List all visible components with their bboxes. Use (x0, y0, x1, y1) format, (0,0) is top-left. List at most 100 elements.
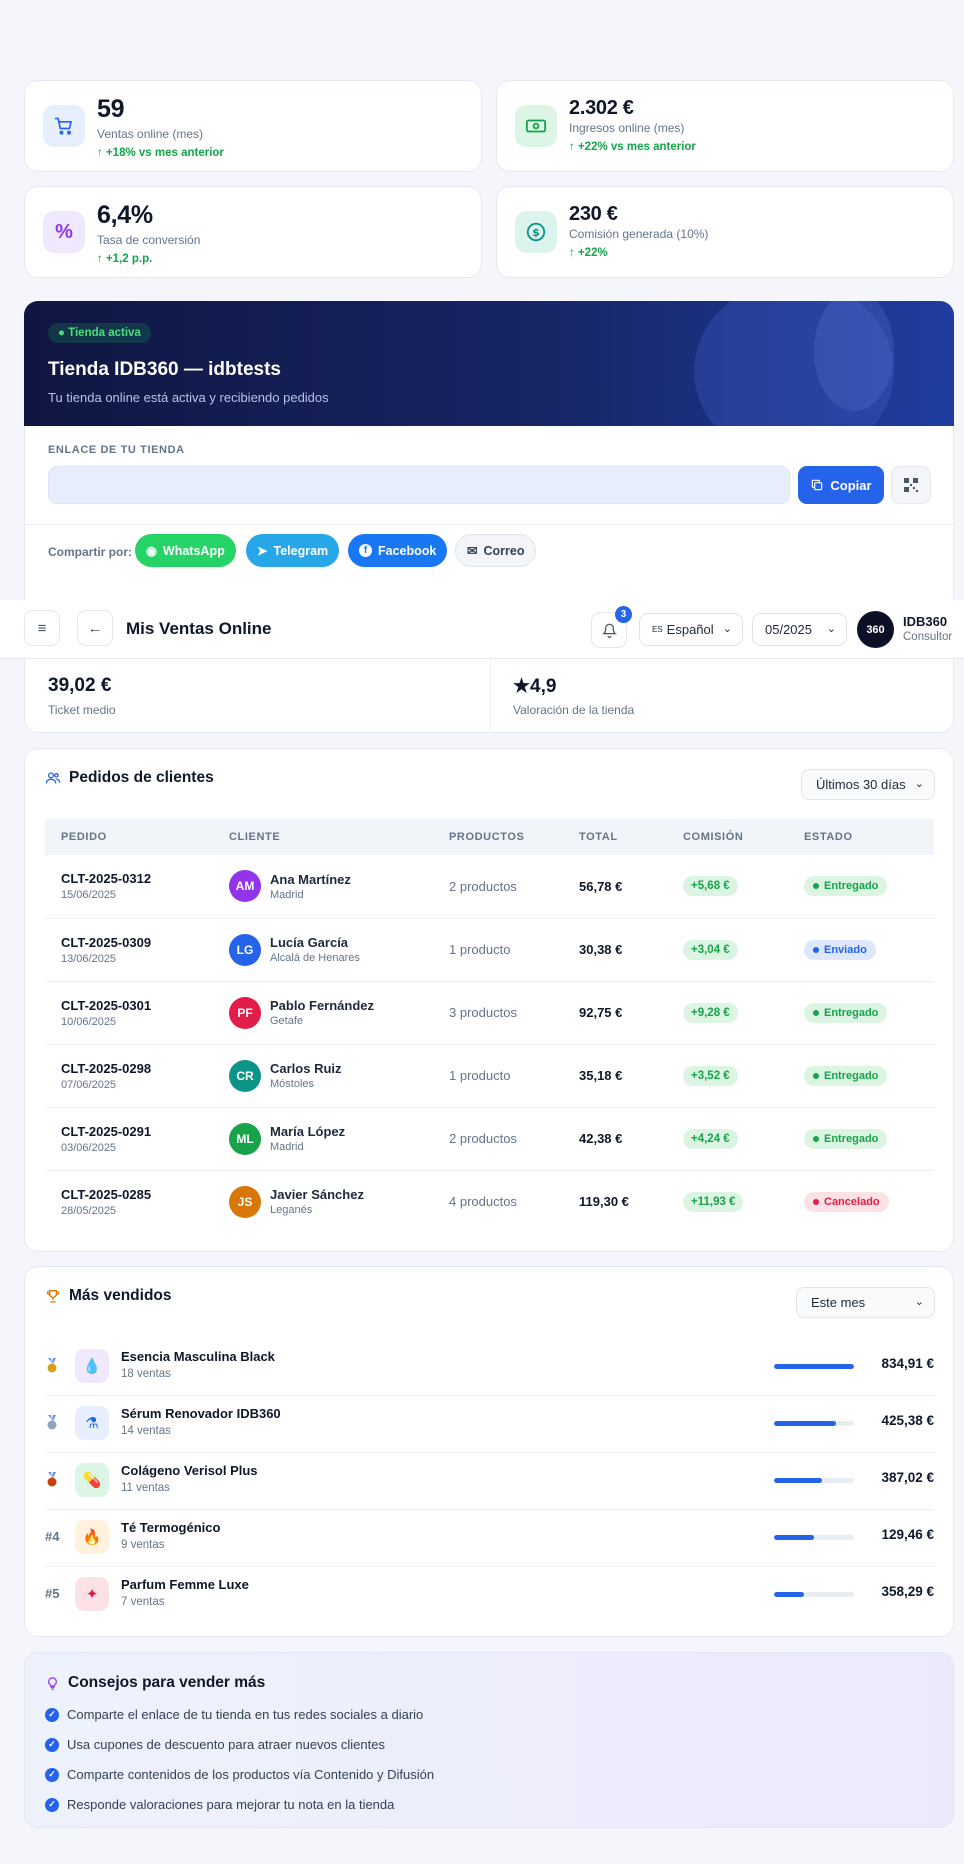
arrow-up-icon: ↑ (97, 253, 106, 265)
order-total: 56,78 € (563, 855, 667, 919)
store-metrics-panel: 39,02 € Ticket medio ★4,9 Valoración de … (24, 659, 954, 733)
copy-link-button[interactable]: Copiar (798, 466, 884, 504)
capsule-icon: 💊 (75, 1463, 109, 1497)
status-cell: Entregado (788, 1107, 934, 1171)
share-email-button[interactable]: ✉ Correo (455, 534, 537, 567)
bell-icon (601, 623, 617, 638)
table-row[interactable]: CLT-2025-0291 03/06/2025 ML María López … (45, 1107, 934, 1171)
order-total: 92,75 € (563, 981, 667, 1045)
client-city: Getafe (270, 1015, 304, 1027)
table-row[interactable]: CLT-2025-0309 13/06/2025 LG Lucía García… (45, 918, 934, 982)
copy-icon (812, 479, 823, 491)
client-cell: LG Lucía García Alcalá de Henares (213, 918, 433, 982)
order-date: 28/05/2025 (61, 1204, 117, 1217)
back-button[interactable]: ← (77, 610, 113, 646)
chevron-down-icon: ⌄ (722, 623, 732, 635)
status-badge: Entregado (804, 1002, 888, 1023)
tip-text: Responde valoraciones para mejorar tu no… (67, 1797, 395, 1812)
star-icon: ★ (513, 676, 531, 697)
orders-period-select[interactable]: Últimos 30 días ⌄ (801, 769, 935, 800)
drop-icon: 💧 (75, 1349, 109, 1383)
product-sales: 11 ventas (121, 1482, 171, 1494)
bestsellers-period-select[interactable]: Este mes ⌄ (796, 1287, 935, 1318)
tip-item: ✓ Comparte el enlace de tu tienda en tus … (45, 1707, 423, 1722)
orders-card: Pedidos de clientes Últimos 30 días ⌄ PE… (24, 748, 954, 1252)
order-date: 07/06/2025 (61, 1078, 117, 1091)
order-cell: CLT-2025-0309 13/06/2025 (45, 918, 213, 982)
sales-bar (774, 1592, 854, 1597)
menu-button[interactable]: ≡ (24, 610, 60, 646)
sales-bar-fill (774, 1364, 854, 1369)
stat-label: Ingresos online (mes) (569, 121, 685, 135)
client-cell: JS Javier Sánchez Leganés (213, 1170, 433, 1233)
table-row[interactable]: CLT-2025-0312 15/06/2025 AM Ana Martínez… (45, 855, 934, 919)
client-cell: ML María López Madrid (213, 1107, 433, 1171)
order-id: CLT-2025-0309 (61, 934, 152, 950)
share-facebook-button[interactable]: f Facebook (348, 534, 448, 567)
stat-card-online-revenue: 2.302 € Ingresos online (mes) ↑ +22% vs … (496, 80, 954, 172)
commission-badge: +5,68 € (683, 876, 738, 897)
product-sales: 7 ventas (121, 1596, 165, 1608)
table-row[interactable]: CLT-2025-0301 10/06/2025 PF Pablo Fernán… (45, 981, 934, 1045)
client-cell: PF Pablo Fernández Getafe (213, 981, 433, 1045)
list-item[interactable]: #4 🔥 Té Termogénico 9 ventas 129,46 € (45, 1510, 934, 1567)
notification-count-badge: 3 (615, 606, 632, 623)
table-row[interactable]: CLT-2025-0298 07/06/2025 CR Carlos Ruiz … (45, 1044, 934, 1108)
list-item[interactable]: #5 ✦ Parfum Femme Luxe 7 ventas 358,29 € (45, 1567, 934, 1624)
client-city: Móstoles (270, 1078, 315, 1090)
notifications-button[interactable]: 3 (591, 606, 632, 648)
commission-badge: +11,93 € (683, 1191, 744, 1212)
language-select[interactable]: ES Español ⌄ (639, 613, 743, 646)
stat-value: 59 (97, 95, 125, 123)
tip-text: Comparte el enlace de tu tienda en tus r… (67, 1707, 424, 1722)
stat-label: Tasa de conversión (97, 233, 201, 247)
table-row[interactable]: CLT-2025-0285 28/05/2025 JS Javier Sánch… (45, 1170, 934, 1233)
share-whatsapp-button[interactable]: ◉ WhatsApp (135, 534, 236, 567)
commission-cell: +5,68 € (667, 855, 788, 919)
commission-cell: +3,52 € (667, 1044, 788, 1108)
qr-code-button[interactable] (891, 466, 931, 504)
column-header: ESTADO (788, 819, 934, 855)
avatar: PF (229, 996, 261, 1029)
client-name: Pablo Fernández (270, 998, 375, 1013)
products-count: 3 productos (433, 981, 563, 1045)
order-total: 30,38 € (563, 918, 667, 982)
product-revenue: 358,29 € (881, 1584, 934, 1599)
store-rating-value: ★4,9 (513, 676, 557, 697)
divider (490, 659, 491, 732)
list-item[interactable]: 💧 Esencia Masculina Black 18 ventas 834,… (45, 1339, 934, 1396)
avatar: JS (229, 1185, 261, 1218)
products-count: 4 productos (449, 1194, 517, 1210)
store-status-badge: ● Tienda activa (48, 323, 151, 343)
share-telegram-button[interactable]: ➤ Telegram (246, 534, 340, 567)
commission-cell: +3,04 € (667, 918, 788, 982)
flame-icon: 🔥 (75, 1520, 109, 1554)
stat-card-online-sales: 59 Ventas online (mes) ↑ +18% vs mes ant… (24, 80, 482, 172)
products-count: 2 productos (433, 1107, 563, 1171)
list-item[interactable]: 💊 Colágeno Verisol Plus 11 ventas 387,02… (45, 1453, 934, 1510)
check-circle-icon: ✓ (45, 1707, 59, 1722)
top-bar: ≡ ← Mis Ventas Online 3 ES Español ⌄ 05/… (0, 600, 964, 659)
status-dot-icon (813, 883, 819, 890)
divider (25, 524, 953, 525)
list-item[interactable]: ⚗ Sérum Renovador IDB360 14 ventas 425,3… (45, 1396, 934, 1453)
store-link-input[interactable] (48, 466, 790, 504)
chevron-down-icon: ⌄ (914, 778, 924, 790)
sales-bar-fill (774, 1535, 814, 1540)
page-title: Mis Ventas Online (126, 619, 272, 638)
user-avatar[interactable]: 360 (857, 611, 894, 648)
tips-panel: Consejos para vender más ✓ Comparte el en… (24, 1652, 954, 1828)
period-select[interactable]: 05/2025 ⌄ (752, 613, 847, 646)
products-count: 2 productos (433, 855, 563, 919)
status-cell: Entregado (788, 855, 934, 919)
avatar: AM (229, 870, 261, 903)
stat-value: 2.302 € (569, 97, 634, 119)
avatar: ML (229, 1122, 261, 1155)
orders-title: Pedidos de clientes (45, 769, 214, 787)
order-id: CLT-2025-0285 (61, 1186, 152, 1202)
avatar: LG (229, 933, 261, 966)
product-name: Té Termogénico (121, 1520, 221, 1535)
order-cell: CLT-2025-0285 28/05/2025 (45, 1170, 213, 1233)
products-count: 1 producto (433, 1044, 563, 1108)
order-cell: CLT-2025-0291 03/06/2025 (45, 1107, 213, 1171)
